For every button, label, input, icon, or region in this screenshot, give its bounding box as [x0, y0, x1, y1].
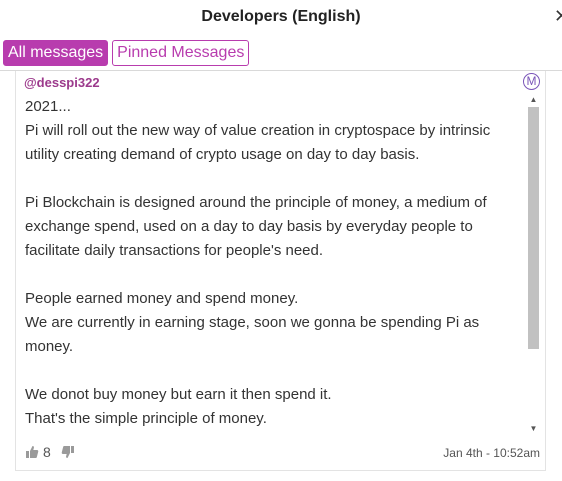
- message-tabs: All messages Pinned Messages: [3, 40, 250, 66]
- message-line: We are currently in earning stage, soon …: [25, 314, 480, 331]
- message-line: 2021...: [25, 98, 71, 115]
- message-line: We donot buy money but earn it then spen…: [25, 386, 332, 403]
- message-timestamp: Jan 4th - 10:52am: [443, 446, 540, 460]
- message-body: 2021... Pi will roll out the new way of …: [25, 95, 525, 431]
- thumbs-down-icon[interactable]: [61, 445, 75, 459]
- close-icon[interactable]: ✕: [554, 4, 562, 28]
- tab-all-messages[interactable]: All messages: [3, 40, 109, 66]
- message-author[interactable]: @desspi322: [24, 75, 100, 90]
- channel-title: Developers (English): [201, 8, 361, 25]
- message-line: That's the simple principle of money.: [25, 410, 267, 427]
- message-card: @desspi322 M 2021... Pi will roll out th…: [15, 71, 546, 471]
- message-line: money.: [25, 338, 74, 355]
- message-line: Pi Blockchain is designed around the pri…: [25, 194, 487, 211]
- message-line: facilitate daily transactions for people…: [25, 242, 324, 259]
- like-count: 8: [43, 444, 51, 460]
- thumbs-up-icon[interactable]: [25, 445, 39, 459]
- scroll-down-arrow-icon[interactable]: ▼: [528, 424, 539, 434]
- message-line: People earned money and spend money.: [25, 290, 299, 307]
- tab-pinned-messages[interactable]: Pinned Messages: [112, 40, 250, 66]
- message-line: exchange spend, used on a day to day bas…: [25, 218, 473, 235]
- moderator-badge-icon: M: [523, 73, 540, 90]
- scrollbar-thumb[interactable]: [528, 107, 539, 349]
- message-line: utility creating demand of crypto usage …: [25, 146, 420, 163]
- message-line: Pi will roll out the new way of value cr…: [25, 122, 491, 139]
- chat-header: Developers (English) ✕: [0, 0, 562, 36]
- scroll-up-arrow-icon[interactable]: ▲: [528, 95, 539, 105]
